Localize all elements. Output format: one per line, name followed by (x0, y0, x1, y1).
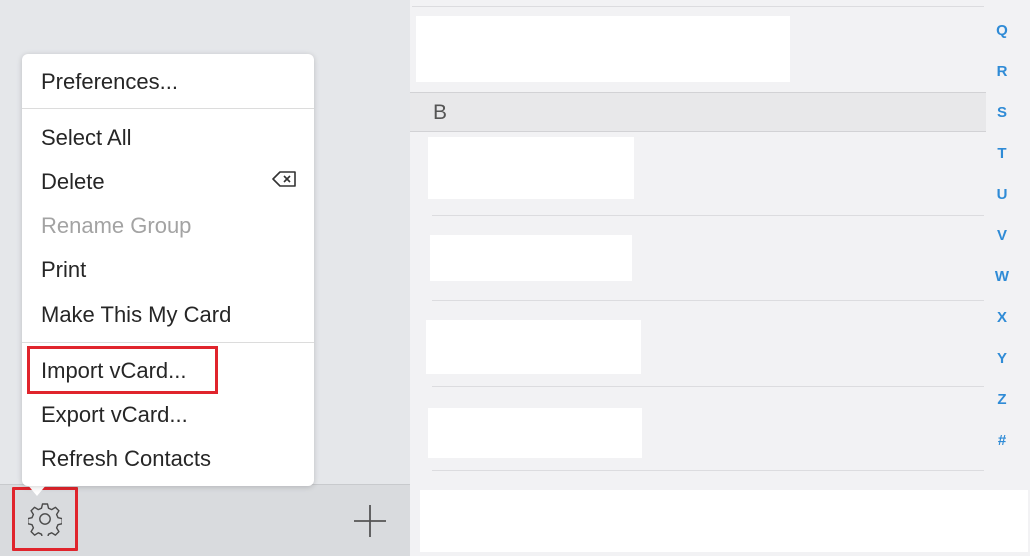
index-letter-r[interactable]: R (986, 63, 1018, 80)
list-divider (432, 300, 984, 301)
contact-row[interactable] (428, 408, 642, 458)
index-letter-w[interactable]: W (986, 268, 1018, 285)
contact-detail-area (420, 490, 1028, 552)
section-header: B (410, 92, 986, 132)
alphabet-index[interactable]: Q R S T U V W X Y Z # (986, 0, 1030, 490)
section-header-label: B (433, 101, 448, 124)
list-divider (432, 386, 984, 387)
list-divider (432, 470, 984, 471)
index-letter-x[interactable]: X (986, 309, 1018, 326)
list-divider (432, 215, 984, 216)
index-letter-t[interactable]: T (986, 145, 1018, 162)
index-letter-u[interactable]: U (986, 186, 1018, 203)
menu-item-export-vcard[interactable]: Export vCard... (41, 402, 188, 428)
index-letter-s[interactable]: S (986, 104, 1018, 121)
menu-item-rename-group: Rename Group (41, 213, 192, 238)
menu-separator (22, 108, 314, 109)
index-letter-q[interactable]: Q (986, 22, 1018, 39)
contact-row[interactable] (428, 137, 634, 199)
contact-row[interactable] (426, 320, 641, 374)
menu-item-print[interactable]: Print (41, 257, 86, 283)
gear-icon (28, 503, 62, 536)
delete-key-icon (272, 171, 296, 187)
plus-icon (354, 505, 386, 537)
menu-item-refresh-contacts[interactable]: Refresh Contacts (41, 446, 211, 472)
menu-item-select-all[interactable]: Select All (41, 125, 132, 151)
index-letter-z[interactable]: Z (986, 391, 1018, 408)
list-divider (412, 6, 984, 7)
contact-row[interactable] (416, 16, 790, 82)
menu-separator (22, 342, 314, 343)
import-vcard-highlight (27, 346, 218, 394)
menu-item-make-my-card[interactable]: Make This My Card (41, 302, 231, 328)
menu-item-delete[interactable]: Delete (41, 169, 105, 195)
menu-item-preferences[interactable]: Preferences... (41, 69, 178, 95)
index-letter-hash[interactable]: # (986, 432, 1018, 449)
settings-menu: Preferences... Select All Delete Rename … (22, 54, 314, 486)
index-letter-y[interactable]: Y (986, 350, 1018, 367)
settings-button[interactable] (12, 487, 78, 551)
contact-row[interactable] (430, 235, 632, 281)
index-letter-v[interactable]: V (986, 227, 1018, 244)
add-contact-button[interactable] (352, 503, 388, 539)
